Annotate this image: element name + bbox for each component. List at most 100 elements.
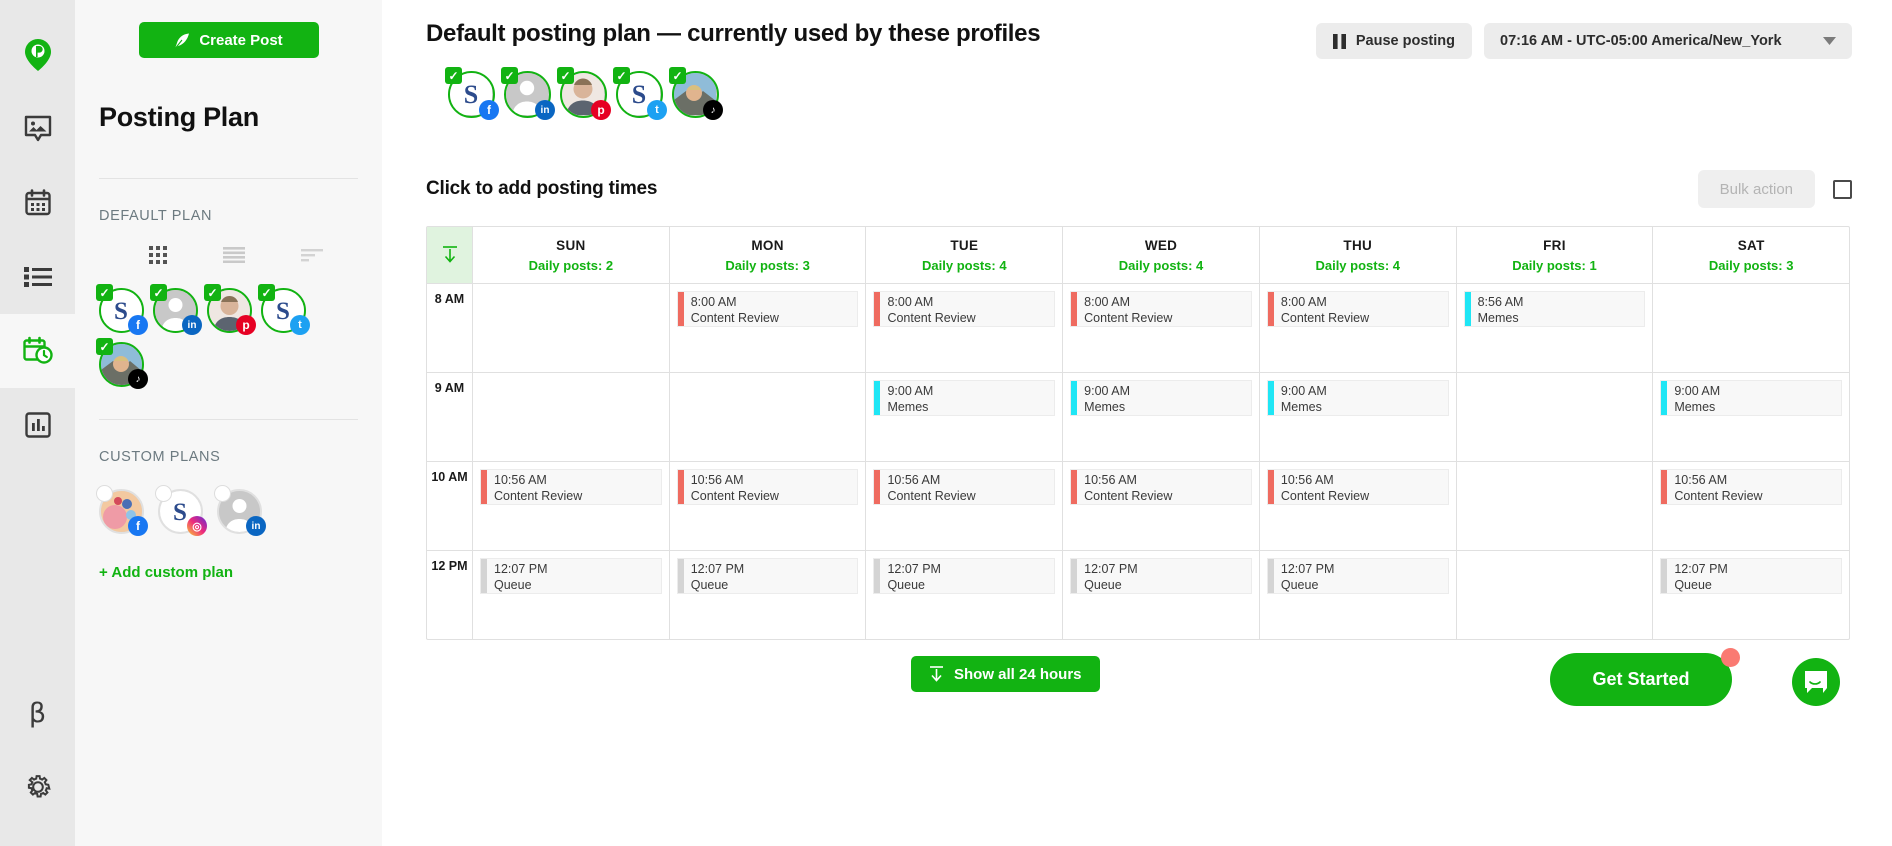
calendar-cell[interactable]: 12:07 PM Queue	[1063, 551, 1260, 639]
posting-time-slot[interactable]: 12:07 PM Queue	[480, 558, 662, 594]
posting-time-slot[interactable]: 10:56 AM Content Review	[1266, 469, 1449, 505]
calendar-cell[interactable]: 10:56 AM Content Review	[1260, 462, 1457, 550]
calendar-cell[interactable]	[473, 284, 670, 372]
app-logo[interactable]	[0, 18, 75, 92]
profile-avatar[interactable]: S ✓ f	[96, 284, 148, 335]
calendar-cell[interactable]	[1457, 551, 1654, 639]
posting-time-slot[interactable]: 10:56 AM Content Review	[676, 469, 859, 505]
calendar-cell[interactable]: 10:56 AM Content Review	[866, 462, 1064, 550]
check-icon: ✓	[445, 67, 462, 84]
posting-time-slot[interactable]: 9:00 AM Memes	[873, 380, 1056, 416]
pause-posting-button[interactable]: Pause posting	[1315, 23, 1472, 59]
calendar-cell[interactable]: 9:00 AM Memes	[1063, 373, 1260, 461]
posting-time-slot[interactable]: 9:00 AM Memes	[1660, 380, 1843, 416]
calendar-cell[interactable]	[1457, 462, 1654, 550]
calendar-cell[interactable]: 12:07 PM Queue	[866, 551, 1064, 639]
profile-avatar[interactable]: ✓ in	[150, 284, 202, 335]
linkedin-icon: in	[535, 100, 555, 120]
calendar-cell[interactable]: 8:00 AM Content Review	[670, 284, 867, 372]
posting-time-slot[interactable]: 12:07 PM Queue	[1070, 558, 1252, 594]
timezone-select[interactable]: 07:16 AM - UTC-05:00 America/New_York	[1484, 23, 1852, 59]
bulk-action-button[interactable]: Bulk action	[1697, 170, 1815, 208]
posting-time-slot[interactable]: 9:00 AM Memes	[1070, 380, 1252, 416]
profile-avatar[interactable]: ✓ ♪	[669, 67, 723, 120]
profile-avatar[interactable]: S ✓ f	[445, 67, 499, 120]
posting-time-slot[interactable]: 12:07 PM Queue	[1266, 558, 1449, 594]
intercom-chat-button[interactable]	[1792, 658, 1840, 706]
slot-text: 8:00 AM Content Review	[684, 292, 779, 326]
main-content: Default posting plan — currently used by…	[382, 0, 1892, 846]
show-all-24-hours-button[interactable]: Show all 24 hours	[911, 656, 1100, 692]
get-started-button[interactable]: Get Started	[1550, 653, 1732, 706]
calendar-cell[interactable]: 10:56 AM Content Review	[670, 462, 867, 550]
sidebar-item-posting-plan[interactable]	[0, 314, 75, 388]
calendar-cell[interactable]	[473, 373, 670, 461]
sidebar-item-media-library[interactable]	[0, 92, 75, 166]
posting-time-slot[interactable]: 10:56 AM Content Review	[1070, 469, 1252, 505]
calendar-cell[interactable]	[670, 373, 867, 461]
day-name: MON	[751, 237, 784, 253]
posting-time-slot[interactable]: 10:56 AM Content Review	[480, 469, 662, 505]
create-post-label: Create Post	[199, 31, 283, 49]
profile-avatar[interactable]: f	[96, 485, 148, 536]
calendar-cell[interactable]: 9:00 AM Memes	[1260, 373, 1457, 461]
profile-avatar[interactable]: ✓ in	[501, 67, 555, 120]
calendar-footer: Show all 24 hours Get Started	[426, 648, 1852, 716]
posting-time-slot[interactable]: 10:56 AM Content Review	[1660, 469, 1843, 505]
posting-time-slot[interactable]: 12:07 PM Queue	[873, 558, 1056, 594]
calendar-cell[interactable]: 12:07 PM Queue	[1653, 551, 1849, 639]
calendar-cell[interactable]: 8:00 AM Content Review	[866, 284, 1064, 372]
calendar-cell[interactable]: 12:07 PM Queue	[670, 551, 867, 639]
calendar-cell[interactable]	[1653, 284, 1849, 372]
posting-time-slot[interactable]: 10:56 AM Content Review	[873, 469, 1056, 505]
calendar-cell[interactable]: 12:07 PM Queue	[1260, 551, 1457, 639]
profile-avatar[interactable]: S ◎	[155, 485, 207, 536]
header-profile-list: S ✓ f ✓ in ✓ p S ✓ t ✓ ♪	[426, 67, 1852, 120]
profile-avatar[interactable]: ✓ ♪	[96, 338, 148, 389]
calendar-cell[interactable]: 9:00 AM Memes	[866, 373, 1064, 461]
profile-avatar[interactable]: ✓ p	[557, 67, 611, 120]
left-nav-rail: β	[0, 0, 75, 846]
calendar-cell[interactable]: 10:56 AM Content Review	[473, 462, 670, 550]
calendar-cell[interactable]: 8:56 AM Memes	[1457, 284, 1654, 372]
calendar-cell[interactable]: 8:00 AM Content Review	[1260, 284, 1457, 372]
show-all-24-hours-label: Show all 24 hours	[954, 665, 1082, 683]
add-custom-plan-button[interactable]: + Add custom plan	[99, 564, 358, 581]
posting-time-slot[interactable]: 12:07 PM Queue	[676, 558, 859, 594]
profile-avatar[interactable]: S ✓ t	[613, 67, 667, 120]
sidebar-item-analytics[interactable]	[0, 388, 75, 462]
lines-icon[interactable]	[223, 247, 245, 263]
sort-down-icon[interactable]	[427, 227, 473, 283]
calendar-cell[interactable]: 10:56 AM Content Review	[1653, 462, 1849, 550]
calendar-cell[interactable]: 12:07 PM Queue	[473, 551, 670, 639]
svg-text:S: S	[114, 298, 128, 325]
posting-time-slot[interactable]: 12:07 PM Queue	[1660, 558, 1843, 594]
posting-time-slot[interactable]: 8:00 AM Content Review	[873, 291, 1056, 327]
profile-avatar[interactable]: S ✓ t	[258, 284, 310, 335]
sidebar-item-beta[interactable]: β	[0, 676, 75, 750]
posting-time-slot[interactable]: 9:00 AM Memes	[1266, 380, 1449, 416]
posting-time-slot[interactable]: 8:00 AM Content Review	[1070, 291, 1252, 327]
create-post-button[interactable]: Create Post	[138, 22, 319, 58]
slot-label: Memes	[1674, 399, 1716, 414]
calendar-day-header-thu: THU Daily posts: 4	[1260, 227, 1457, 283]
select-all-checkbox[interactable]	[1833, 179, 1852, 199]
svg-text:S: S	[632, 80, 646, 109]
slot-text: 9:00 AM Memes	[1077, 381, 1130, 415]
calendar-cell[interactable]: 8:00 AM Content Review	[1063, 284, 1260, 372]
sidebar-item-queue-list[interactable]	[0, 240, 75, 314]
check-icon: ✓	[613, 67, 630, 84]
posting-time-slot[interactable]: 8:00 AM Content Review	[1266, 291, 1449, 327]
sidebar-item-calendar[interactable]	[0, 166, 75, 240]
posting-time-slot[interactable]: 8:00 AM Content Review	[676, 291, 859, 327]
sidebar-item-settings[interactable]	[0, 750, 75, 824]
profile-avatar[interactable]: in	[214, 485, 266, 536]
calendar-cell[interactable]	[1457, 373, 1654, 461]
profile-avatar[interactable]: ✓ p	[204, 284, 256, 335]
calendar-cell[interactable]: 9:00 AM Memes	[1653, 373, 1849, 461]
calendar-cell[interactable]: 10:56 AM Content Review	[1063, 462, 1260, 550]
grid-icon[interactable]	[149, 246, 167, 264]
posting-time-slot[interactable]: 8:56 AM Memes	[1463, 291, 1646, 327]
align-left-icon[interactable]	[301, 248, 323, 262]
slot-time: 8:56 AM	[1477, 295, 1524, 309]
